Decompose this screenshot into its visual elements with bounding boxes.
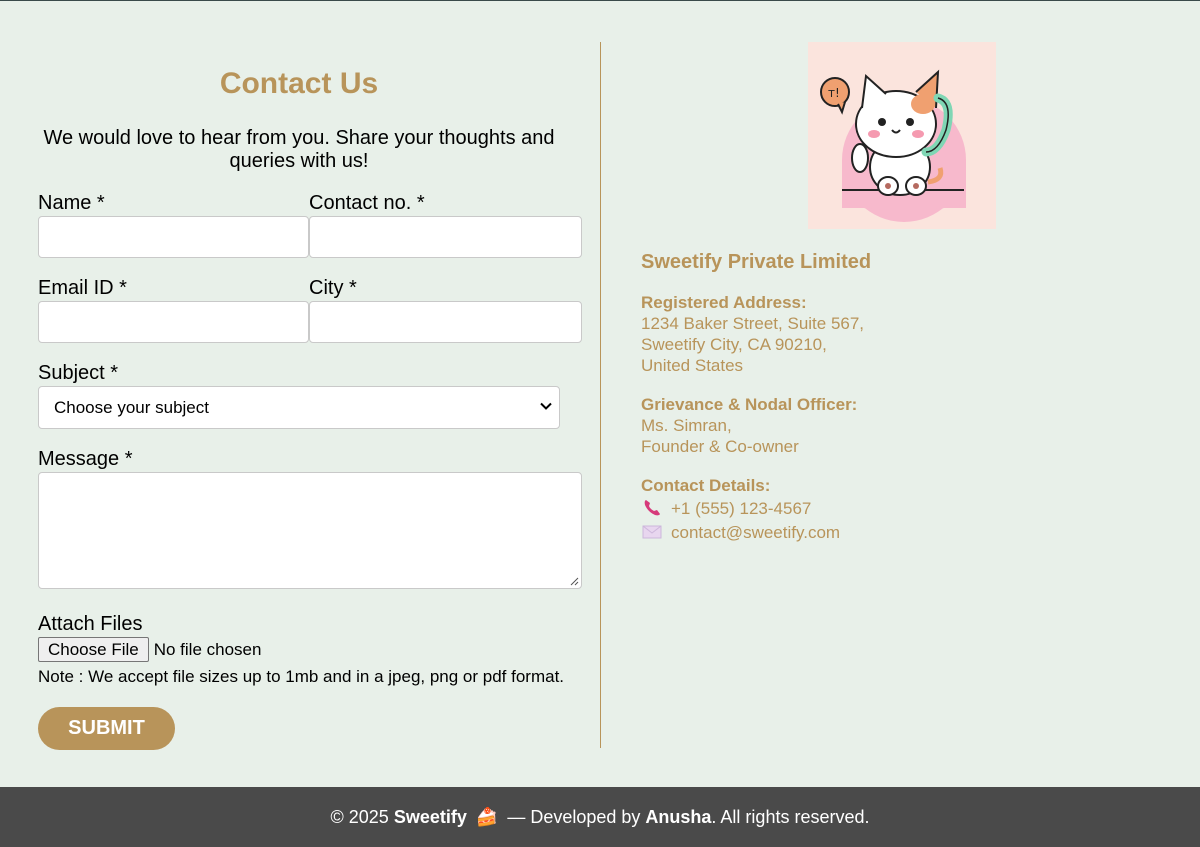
name-label: Name * (38, 192, 105, 214)
attach-group: Attach Files Choose File No file chosen … (38, 613, 582, 687)
officer-heading: Grievance & Nodal Officer: (641, 395, 858, 414)
address-line: Sweetify City, CA 90210, (641, 335, 827, 354)
cat-on-phone-illustration: т! (808, 42, 996, 229)
email-label: Email ID * (38, 277, 127, 299)
name-group: Name * (38, 192, 309, 258)
svg-text:т!: т! (828, 86, 840, 100)
page-title: Contact Us (219, 67, 379, 100)
subject-selected-value: Choose your subject (54, 398, 209, 417)
email-group: Email ID * (38, 277, 309, 343)
officer-line: Ms. Simran, (641, 416, 732, 435)
contact-form: Contact Us We would love to hear from yo… (38, 41, 582, 750)
address-line: United States (641, 356, 744, 375)
email-input[interactable] (38, 301, 309, 343)
developed-by-text: — Developed by (507, 807, 641, 827)
city-input[interactable] (309, 301, 582, 343)
developer-name: Anusha (645, 807, 712, 827)
choose-file-button[interactable]: Choose File (38, 637, 149, 662)
email-city-row: Email ID * City * (38, 277, 582, 343)
cake-icon: 🍰 (475, 807, 499, 827)
chevron-down-icon (540, 402, 552, 410)
copyright-text: © 2025 (330, 807, 389, 827)
company-name: Sweetify Private Limited (641, 251, 872, 273)
subject-group: Subject * Choose your subject (38, 362, 582, 429)
footer: © 2025 Sweetify 🍰 — Developed by Anusha.… (0, 787, 1200, 847)
contact-group: Contact no. * (309, 192, 582, 258)
officer-section: Grievance & Nodal Officer: Ms. Simran, F… (641, 394, 1161, 457)
rights-text: . All rights reserved. (711, 807, 870, 827)
main-content: Contact Us We would love to hear from yo… (0, 1, 1200, 787)
subject-label: Subject * (38, 362, 119, 384)
column-divider (600, 42, 601, 748)
contact-input[interactable] (309, 216, 582, 258)
footer-brand: Sweetify (393, 807, 467, 827)
contact-section: Contact Details: +1 (555) 123-4567 conta… (641, 475, 1161, 544)
contact-label: Contact no. * (309, 192, 425, 214)
file-input: Choose File No file chosen (38, 637, 582, 662)
resize-grip-icon[interactable] (569, 576, 579, 586)
telephone-icon (641, 498, 663, 518)
email-line: contact@sweetify.com (641, 520, 1161, 544)
officer-line: Founder & Co-owner (641, 437, 799, 456)
envelope-icon (641, 522, 663, 542)
contact-heading: Contact Details: (641, 476, 771, 495)
company-info: т! Sweetify Private Limited Registered A… (641, 42, 1161, 544)
message-group: Message * (38, 448, 582, 589)
message-textarea[interactable] (38, 472, 582, 589)
name-input[interactable] (38, 216, 309, 258)
city-group: City * (309, 277, 582, 343)
attach-label: Attach Files (38, 613, 143, 635)
email-address[interactable]: contact@sweetify.com (671, 522, 840, 543)
file-note: Note : We accept file sizes up to 1mb an… (38, 667, 565, 686)
address-line: 1234 Baker Street, Suite 567, (641, 314, 865, 333)
name-contact-row: Name * Contact no. * (38, 192, 582, 258)
city-label: City * (309, 277, 357, 299)
phone-line: +1 (555) 123-4567 (641, 496, 1161, 520)
message-label: Message * (38, 448, 133, 470)
address-heading: Registered Address: (641, 293, 807, 312)
submit-button[interactable]: SUBMIT (38, 707, 175, 750)
file-status-text: No file chosen (153, 639, 262, 659)
intro-text: We would love to hear from you. Share yo… (43, 127, 555, 172)
phone-number[interactable]: +1 (555) 123-4567 (671, 498, 811, 519)
subject-select[interactable]: Choose your subject (38, 386, 560, 429)
address-section: Registered Address: 1234 Baker Street, S… (641, 292, 1161, 376)
